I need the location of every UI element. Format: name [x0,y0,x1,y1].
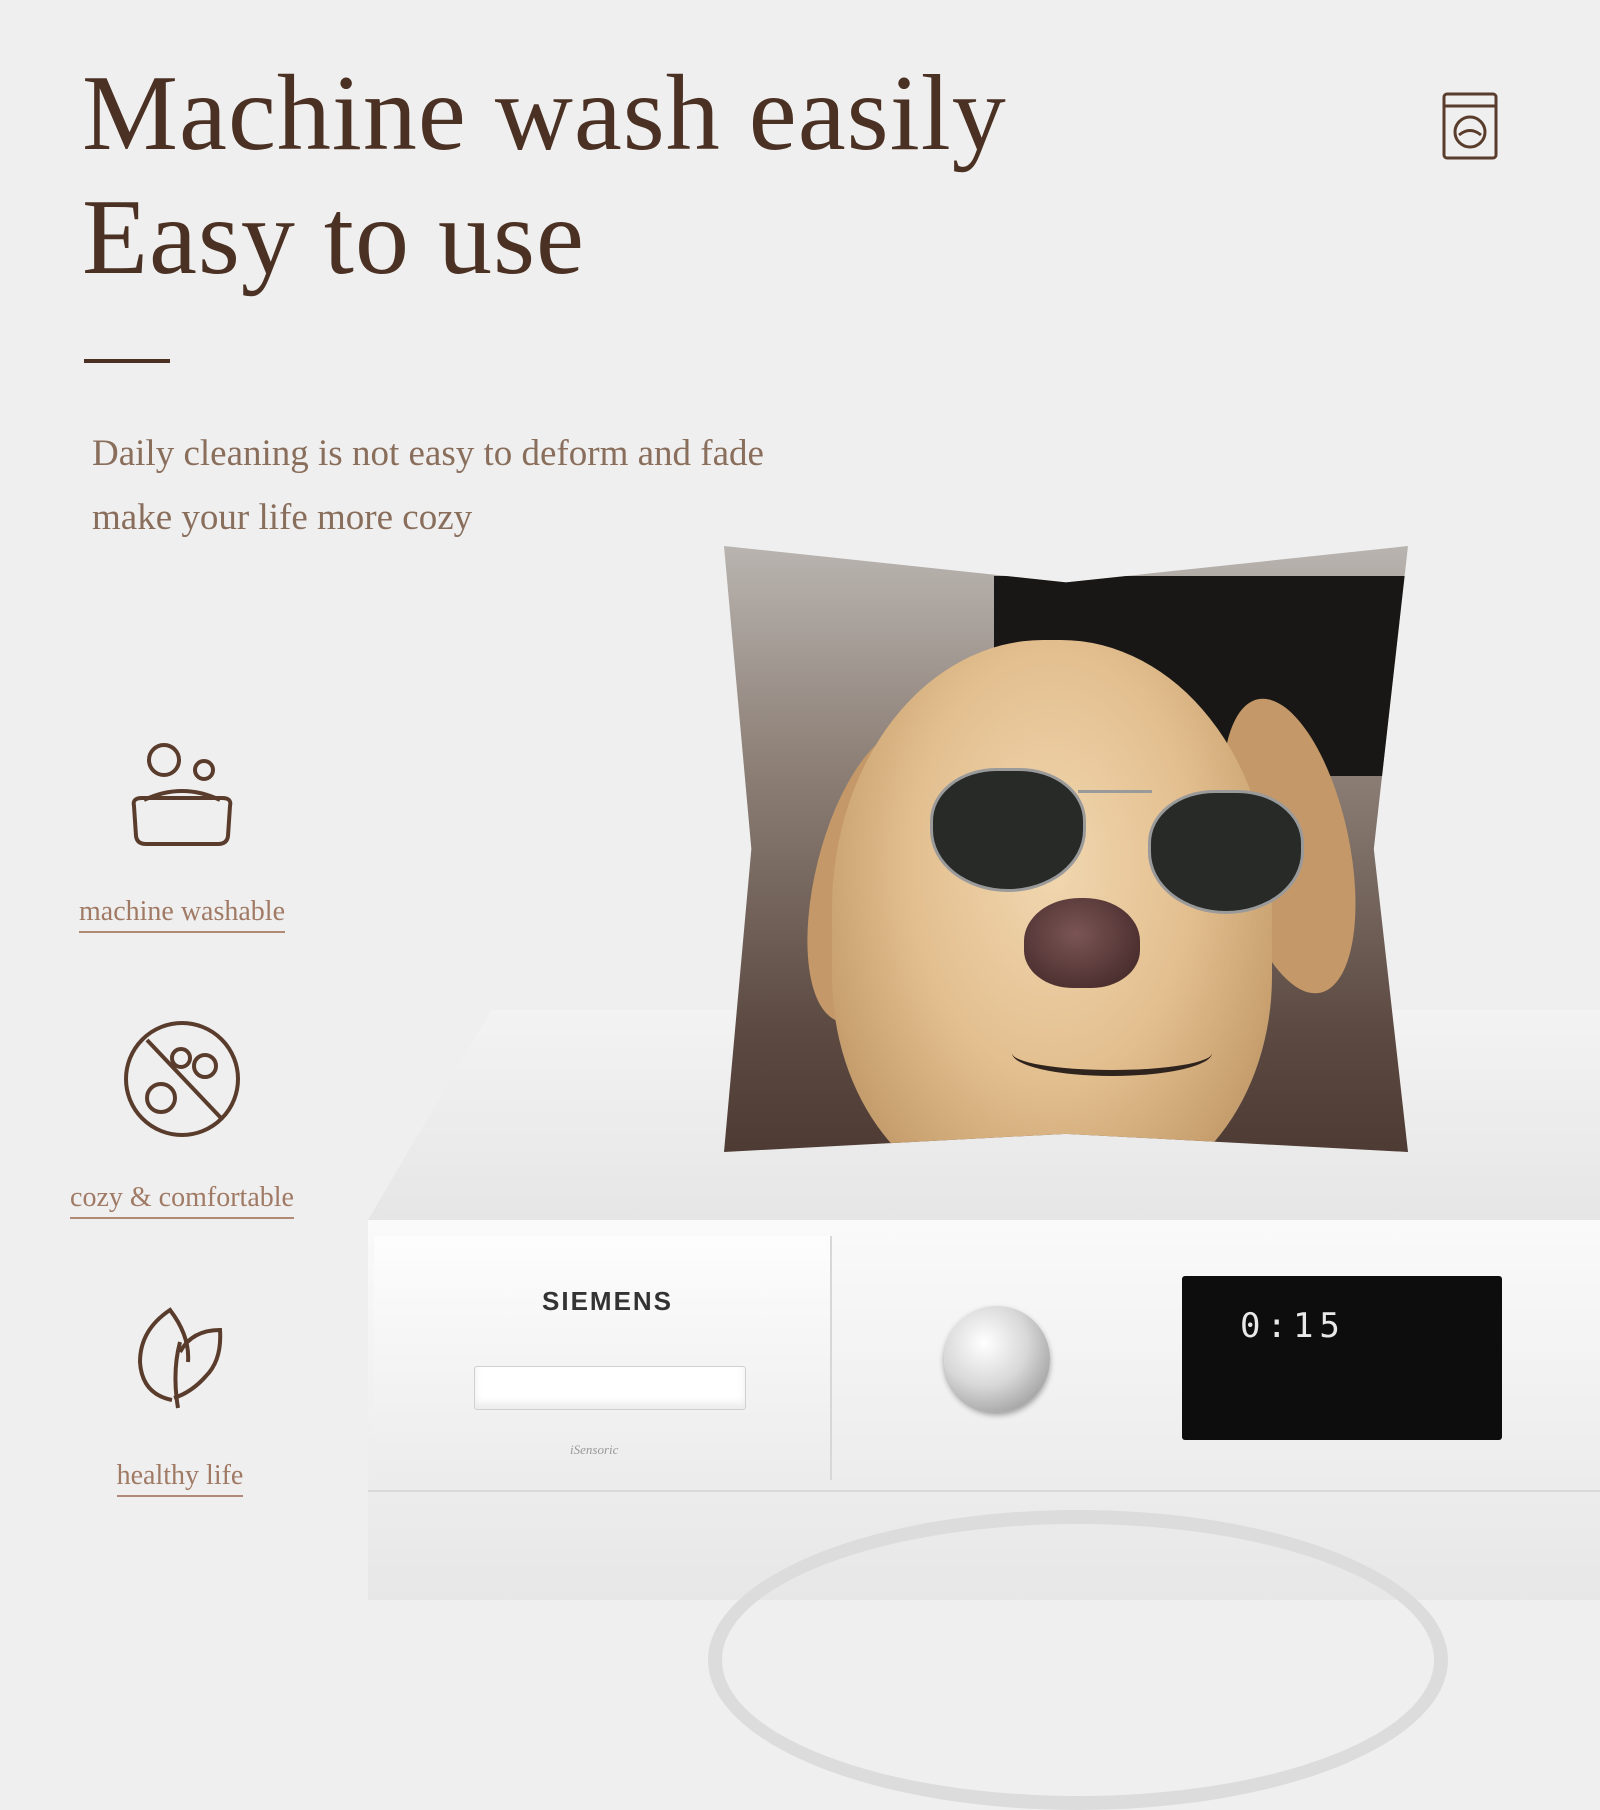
headline-line-2: Easy to use [82,178,585,297]
dog-pillow-photo [724,546,1408,1152]
feature-label-cozy-comfortable: cozy & comfortable [70,1182,294,1219]
sunglasses-lens-right [1148,790,1304,914]
washing-machine-icon [1442,92,1498,160]
description: Daily cleaning is not easy to deform and… [92,422,764,550]
title-divider [84,359,170,363]
sunglasses-lens-left [930,768,1086,892]
program-knob [944,1306,1050,1412]
feature-label-machine-washable: machine washable [78,896,286,933]
dog-mouth [1012,1030,1212,1076]
detergent-drawer: SIEMENS iSensoric [374,1236,832,1480]
machine-badge: iSensoric [570,1442,619,1457]
soap-bubbles-icon [131,743,233,846]
dog-nose [1024,898,1140,988]
machine-display: 0:15 [1182,1276,1502,1440]
machine-brand: SIEMENS [542,1286,674,1316]
feature-label-healthy-life: healthy life [116,1460,244,1497]
description-line-2: make your life more cozy [92,497,473,538]
sunglasses-bridge [1078,790,1152,793]
leaf-icon [137,1307,223,1409]
feature-machine-washable: machine washable [22,742,342,933]
headline: Machine wash easily Easy to use [82,52,1007,300]
description-line-1: Daily cleaning is not easy to deform and… [92,433,764,474]
headline-line-1: Machine wash easily [82,54,1007,173]
panel-divider [368,1490,1600,1492]
feature-cozy-comfortable: cozy & comfortable [22,1018,342,1219]
display-time: 0:15 [1240,1306,1346,1346]
machine-door [708,1510,1448,1810]
drawer-handle [474,1366,746,1410]
no-pilling-icon [124,1021,240,1137]
feature-healthy-life: healthy life [20,1302,340,1497]
dog-head [832,640,1304,1152]
